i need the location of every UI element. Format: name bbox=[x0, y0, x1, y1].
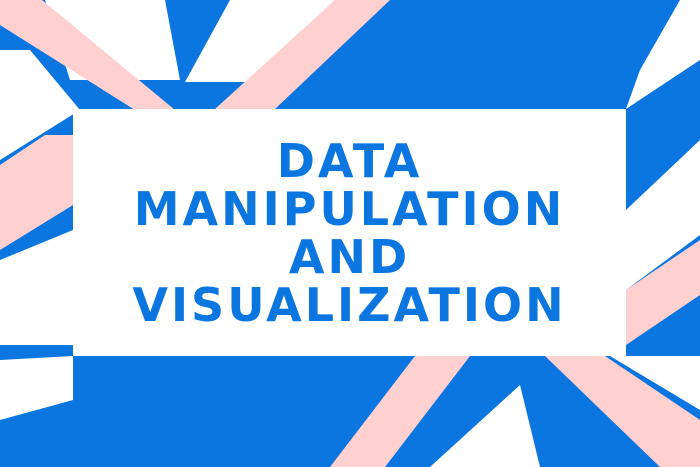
title-line-1: DATA bbox=[276, 133, 423, 188]
title-line-4: VISUALIZATION bbox=[132, 277, 567, 332]
title-card: DATA MANIPULATION AND VISUALIZATION bbox=[73, 109, 626, 356]
banner-canvas: DATA MANIPULATION AND VISUALIZATION bbox=[0, 0, 700, 467]
title-line-2: MANIPULATION bbox=[133, 181, 566, 236]
title-line-3: AND bbox=[288, 229, 411, 284]
